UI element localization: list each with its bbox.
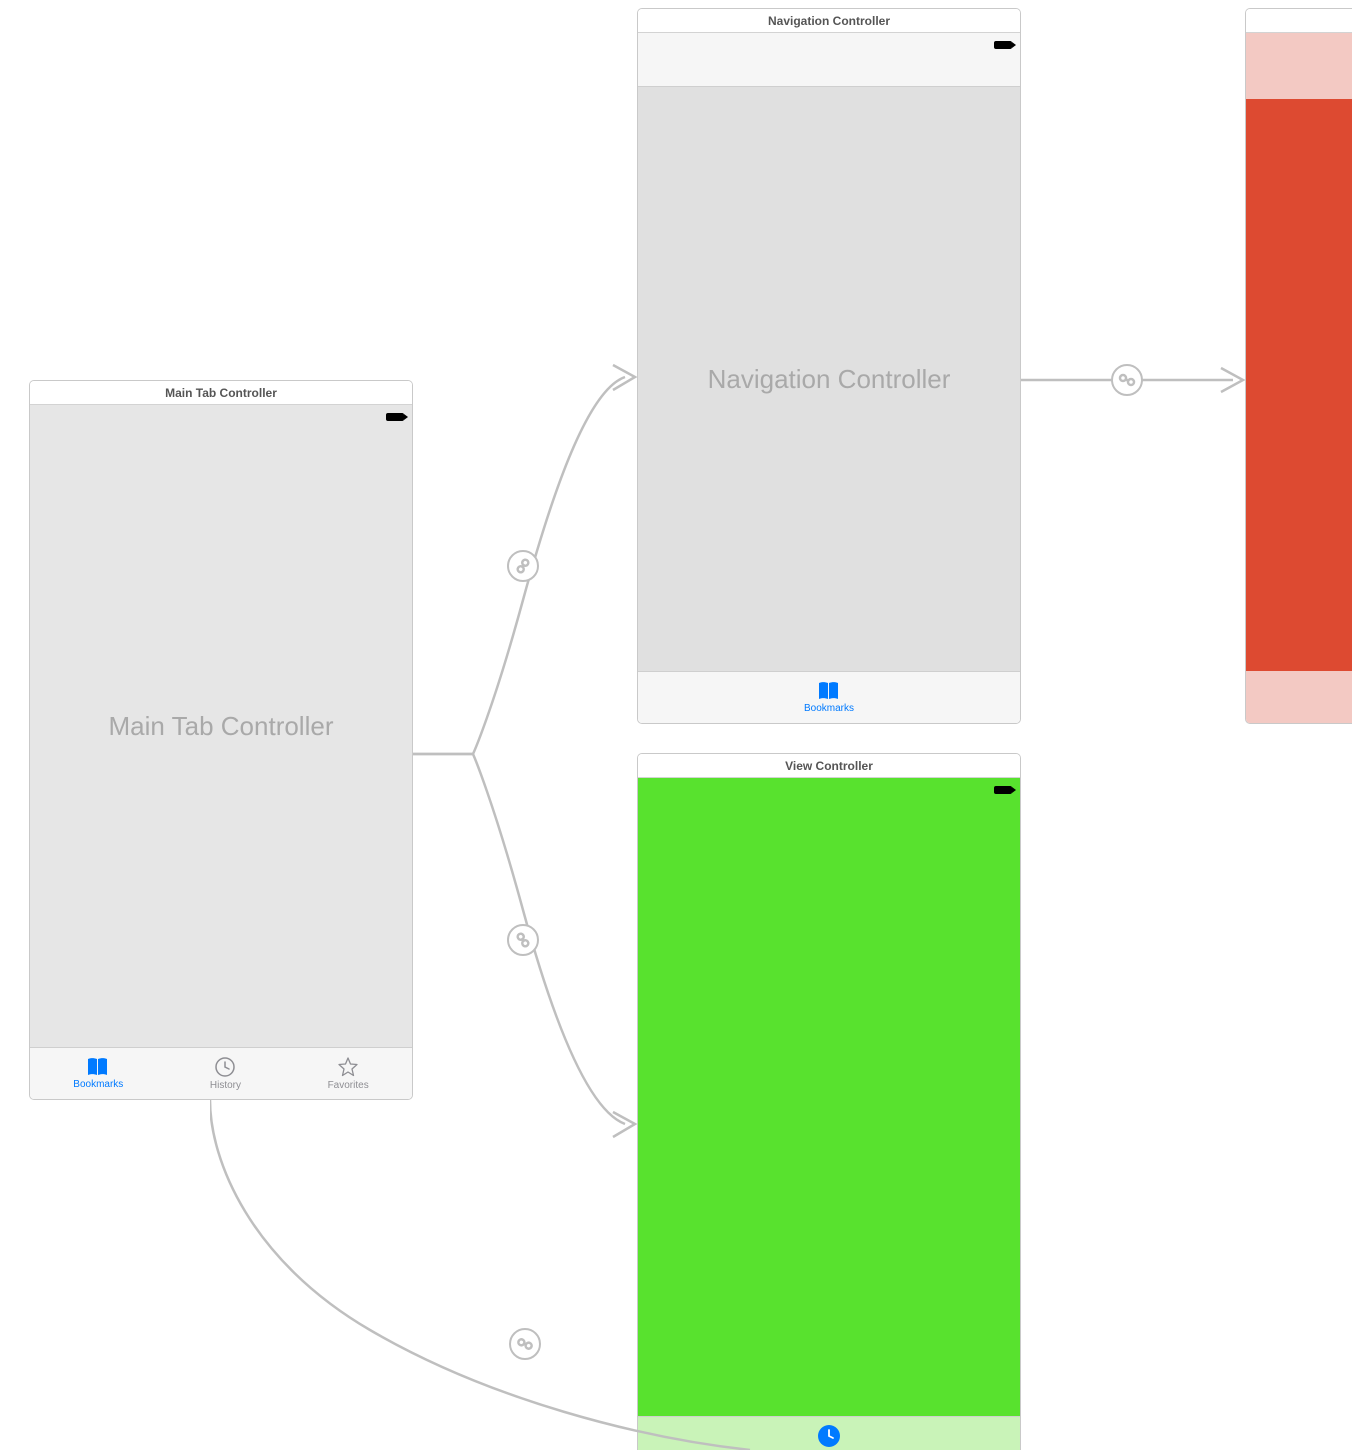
- tab-label: Favorites: [328, 1080, 369, 1091]
- tab-label: History: [210, 1080, 241, 1091]
- tab-item-favorites[interactable]: Favorites: [328, 1056, 369, 1091]
- segue-main-to-view[interactable]: [413, 740, 643, 1160]
- scene-red-view-controller[interactable]: [1245, 8, 1352, 724]
- scene-view-controller[interactable]: View Controller History: [637, 753, 1021, 1450]
- status-bar: [994, 781, 1012, 799]
- battery-icon: [994, 786, 1012, 794]
- bookmarks-icon: [85, 1057, 111, 1077]
- segue-main-to-nav[interactable]: [413, 350, 643, 770]
- battery-icon: [386, 413, 404, 421]
- tab-label: Bookmarks: [804, 703, 854, 714]
- tab-item-bookmarks[interactable]: Bookmarks: [73, 1057, 123, 1090]
- tab-bar: Bookmarks: [638, 671, 1020, 723]
- battery-icon: [994, 41, 1012, 49]
- scene-title: View Controller: [638, 754, 1020, 778]
- tab-item-history[interactable]: History: [210, 1056, 241, 1091]
- bookmarks-icon: [816, 681, 842, 701]
- clock-icon: [817, 1424, 841, 1448]
- clock-icon: [214, 1056, 236, 1078]
- status-bar: [994, 36, 1012, 54]
- red-tab-area: [1246, 671, 1352, 723]
- navigation-bar: [638, 33, 1020, 87]
- star-icon: [337, 1056, 359, 1078]
- tab-item-history[interactable]: History: [813, 1424, 844, 1450]
- green-view: [638, 778, 1020, 1416]
- tab-bar: Bookmarks History: [30, 1047, 412, 1099]
- red-nav-area: [1246, 33, 1352, 99]
- tab-label: Bookmarks: [73, 1079, 123, 1090]
- scene-title: Navigation Controller: [638, 9, 1020, 33]
- tab-bar: History: [638, 1416, 1020, 1450]
- scene-title: [1246, 9, 1352, 33]
- segue-nav-to-red[interactable]: [1021, 355, 1251, 405]
- scene-title: Main Tab Controller: [30, 381, 412, 405]
- scene-main-tab-controller[interactable]: Main Tab Controller Main Tab Controller …: [29, 380, 413, 1100]
- status-bar: [386, 408, 404, 426]
- placeholder-label: Main Tab Controller: [109, 711, 334, 742]
- tab-item-bookmarks[interactable]: Bookmarks: [804, 681, 854, 714]
- scene-navigation-controller[interactable]: Navigation Controller Navigation Control…: [637, 8, 1021, 724]
- placeholder-label: Navigation Controller: [708, 364, 951, 395]
- red-view: [1246, 99, 1352, 671]
